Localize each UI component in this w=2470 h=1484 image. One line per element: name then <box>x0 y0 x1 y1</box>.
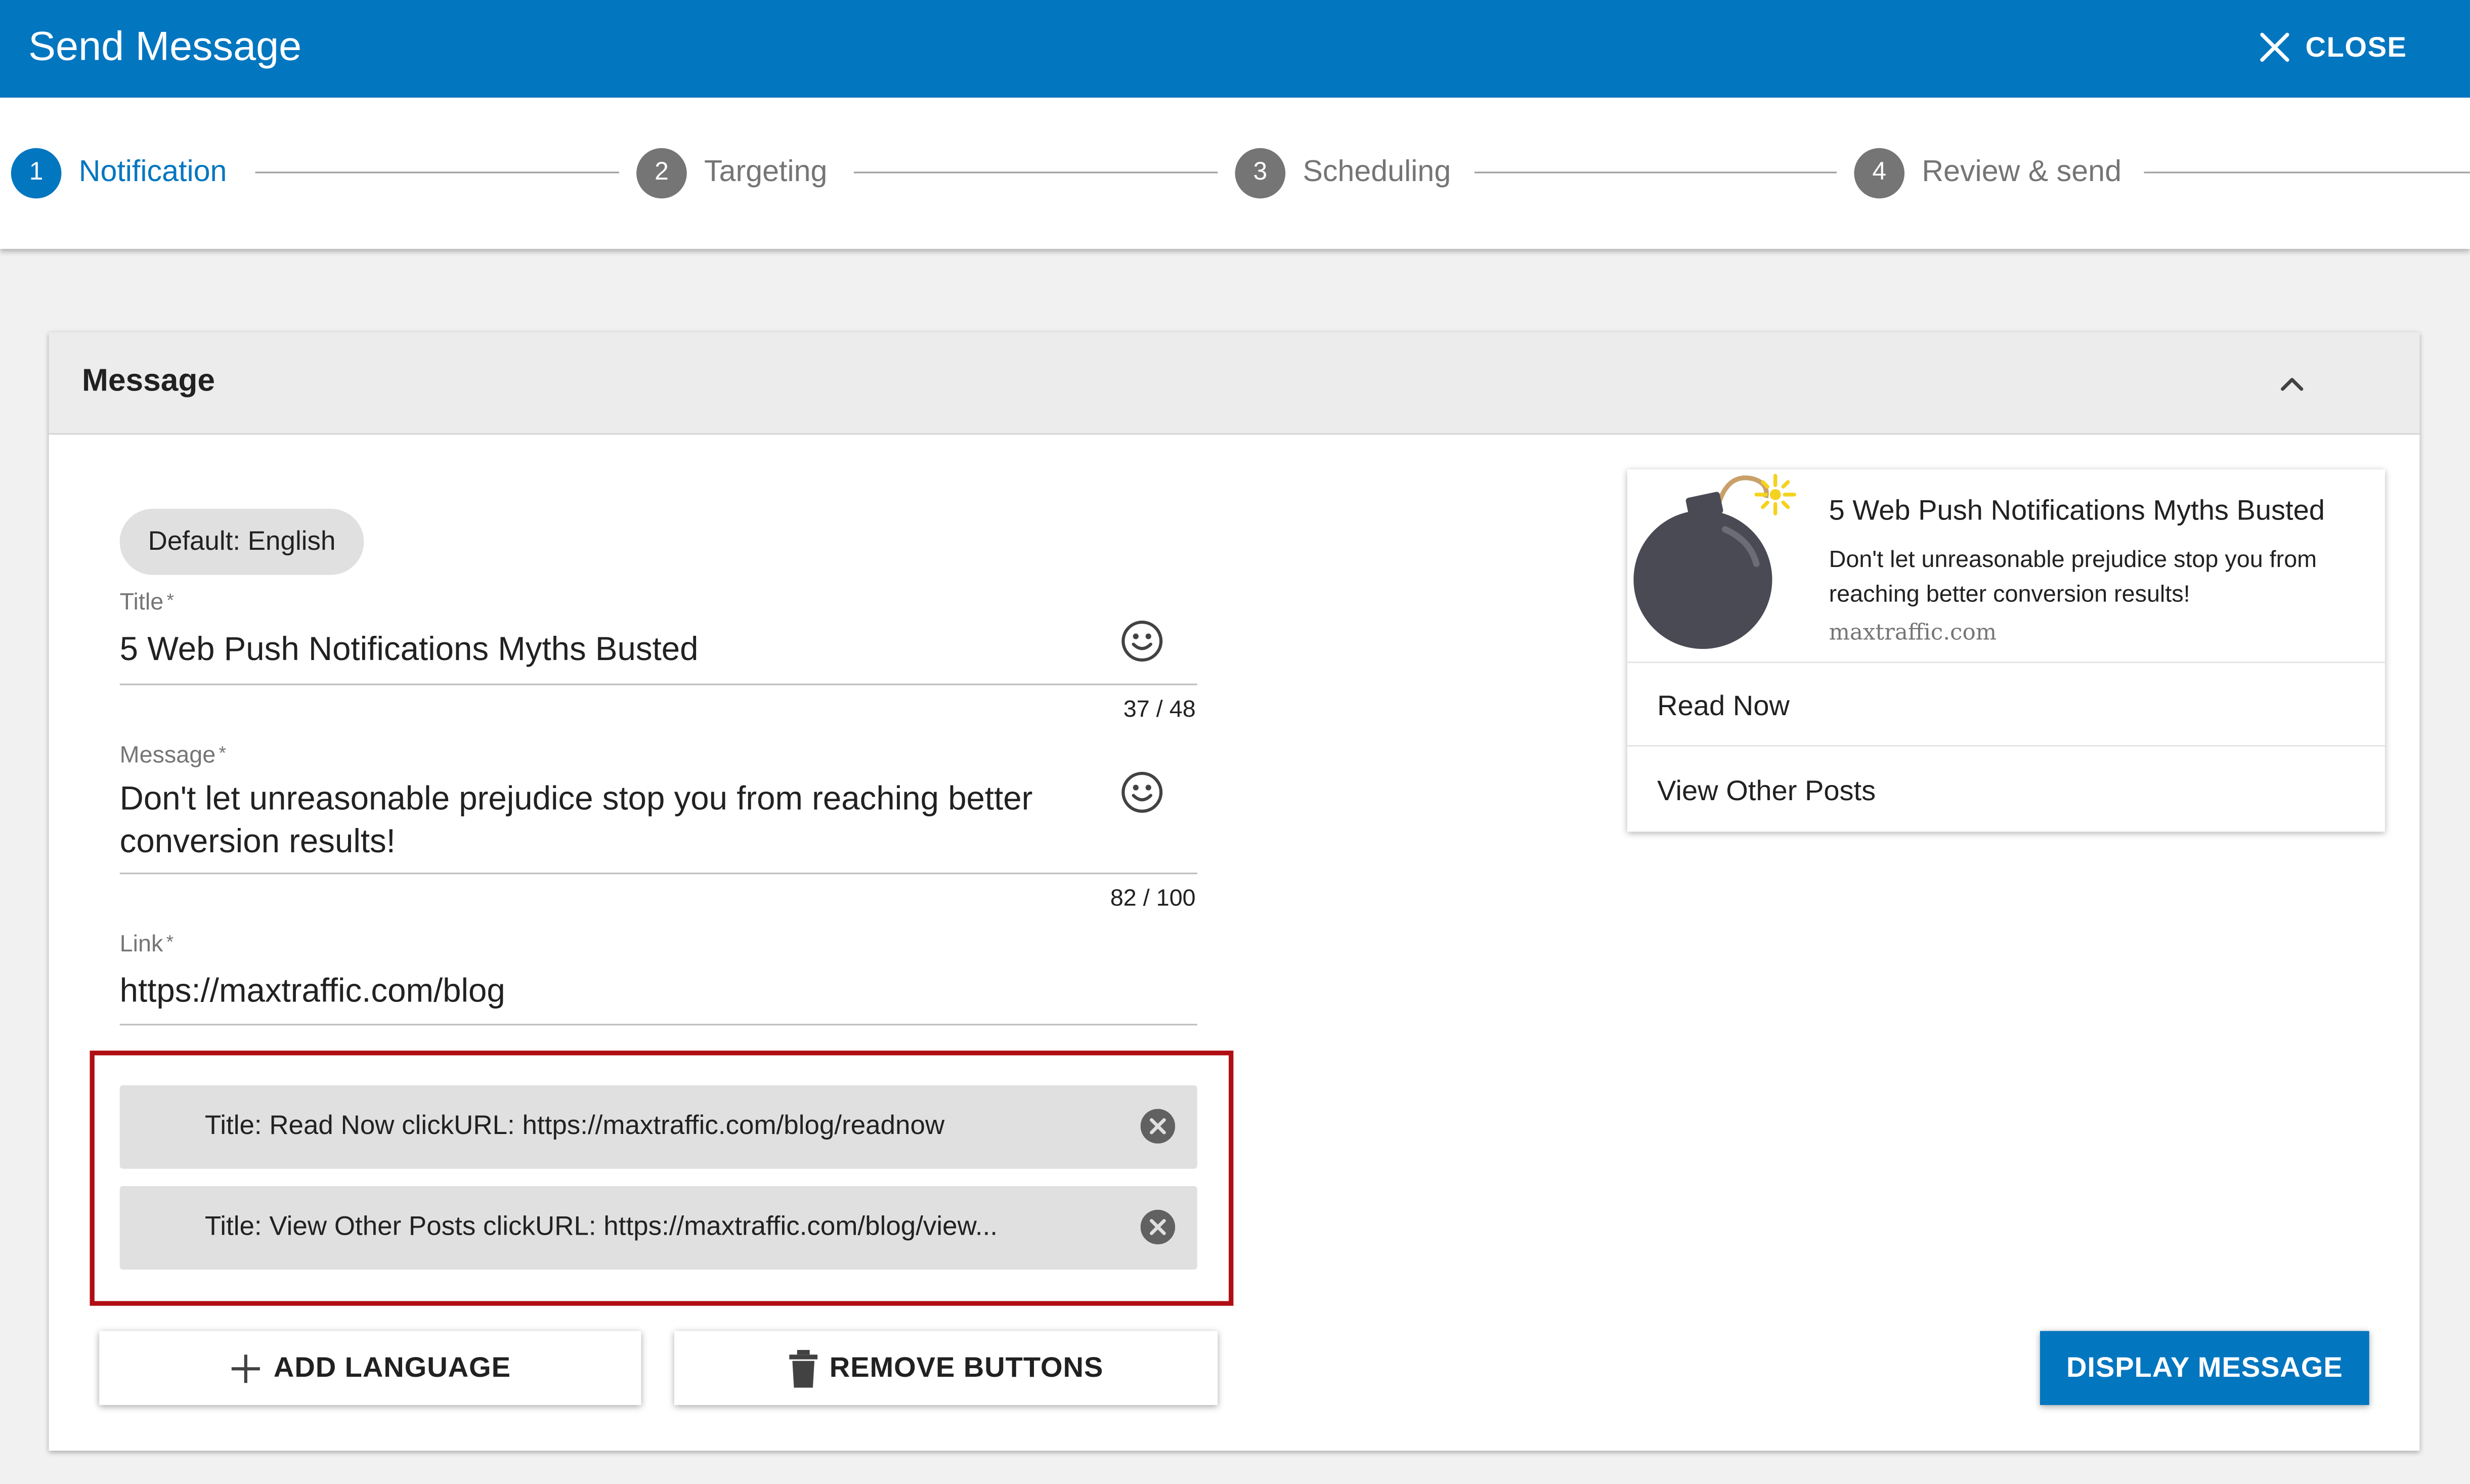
preview-divider <box>1627 661 2385 664</box>
action-button-chip[interactable]: Title: Read Now clickURL: https://maxtra… <box>119 1085 1197 1169</box>
action-button-text: Title: View Other Posts clickURL: https:… <box>204 1211 998 1241</box>
step-notification[interactable]: 1 Notification <box>11 148 227 199</box>
app-header: Send Message CLOSE <box>0 0 2470 98</box>
step-scheduling[interactable]: 3 Scheduling <box>1235 148 1451 199</box>
smiley-icon[interactable] <box>1120 770 1164 814</box>
required-mark: * <box>219 741 227 764</box>
language-chip[interactable]: Default: English <box>119 508 364 575</box>
preview-message-line: reaching better conversion results! <box>1829 581 2190 608</box>
preview-domain: maxtraffic.com <box>1829 620 1997 646</box>
chevron-up-icon[interactable] <box>2278 372 2306 394</box>
cancel-circle-icon[interactable] <box>1140 1209 1176 1245</box>
title-label-text: Title <box>119 589 164 616</box>
link-input[interactable]: https://maxtraffic.com/blog <box>120 970 505 1013</box>
step-number: 3 <box>1235 148 1286 199</box>
title-underline <box>119 683 1197 685</box>
preview-action-view-other-posts[interactable]: View Other Posts <box>1657 775 1876 808</box>
step-review-send[interactable]: 4 Review & send <box>1854 148 2121 199</box>
step-number: 4 <box>1854 148 1905 199</box>
title-field-label: Title * <box>120 589 174 616</box>
trash-icon <box>788 1349 817 1387</box>
cancel-circle-icon[interactable] <box>1140 1109 1176 1144</box>
remove-buttons-button[interactable]: REMOVE BUTTONS <box>674 1331 1218 1405</box>
close-icon <box>2261 32 2290 62</box>
preview-message: Don't let unreasonable prejudice stop yo… <box>1829 543 2372 613</box>
display-message-button[interactable]: DISPLAY MESSAGE <box>2040 1331 2369 1405</box>
step-number: 2 <box>636 148 687 199</box>
preview-message-line: Don't let unreasonable prejudice stop yo… <box>1829 546 2317 574</box>
step-label: Scheduling <box>1303 156 1451 189</box>
add-language-button[interactable]: ADD LANGUAGE <box>99 1331 641 1405</box>
step-connector <box>1474 171 1837 173</box>
page-title: Send Message <box>28 22 302 70</box>
action-button-text: Title: Read Now clickURL: https://maxtra… <box>204 1110 945 1141</box>
message-field-label: Message * <box>120 742 226 769</box>
link-label-text: Link <box>119 931 163 958</box>
message-line: conversion results! <box>119 823 396 860</box>
plus-icon <box>231 1354 259 1382</box>
step-label: Notification <box>78 156 227 189</box>
step-connector <box>2144 171 2470 173</box>
step-number: 1 <box>11 148 62 199</box>
add-language-label: ADD LANGUAGE <box>273 1351 511 1383</box>
close-label: CLOSE <box>2305 30 2407 63</box>
link-underline <box>119 1024 1197 1026</box>
card-header[interactable]: Message <box>49 332 2420 435</box>
step-label: Review & send <box>1922 156 2122 189</box>
stepper: 1 Notification 2 Targeting 3 Scheduling … <box>0 98 2470 249</box>
preview-divider <box>1627 745 2385 747</box>
title-counter: 37 / 48 <box>1123 696 1196 723</box>
step-connector <box>853 171 1218 173</box>
close-button[interactable]: CLOSE <box>2258 25 2407 69</box>
preview-title: 5 Web Push Notifications Myths Busted <box>1829 494 2325 527</box>
preview-action-read-now[interactable]: Read Now <box>1657 690 1790 723</box>
action-button-chip[interactable]: Title: View Other Posts clickURL: https:… <box>119 1186 1197 1270</box>
required-mark: * <box>166 931 174 953</box>
remove-buttons-label: REMOVE BUTTONS <box>829 1351 1104 1383</box>
step-connector <box>255 171 619 173</box>
smiley-icon[interactable] <box>1120 619 1164 663</box>
message-counter: 82 / 100 <box>1110 885 1196 912</box>
notification-preview: 5 Web Push Notifications Myths Busted Do… <box>1627 469 2385 832</box>
link-field-label: Link * <box>120 931 174 957</box>
message-underline <box>119 872 1197 875</box>
step-label: Targeting <box>704 156 828 189</box>
message-input[interactable]: Don't let unreasonable prejudice stop yo… <box>120 778 1081 863</box>
bomb-image <box>1633 473 1796 649</box>
message-label-text: Message <box>119 741 216 769</box>
title-input[interactable]: 5 Web Push Notifications Myths Busted <box>120 629 699 671</box>
card-title: Message <box>81 364 215 399</box>
required-mark: * <box>166 589 174 612</box>
message-line: Don't let unreasonable prejudice stop yo… <box>119 781 1033 818</box>
step-targeting[interactable]: 2 Targeting <box>636 148 827 199</box>
